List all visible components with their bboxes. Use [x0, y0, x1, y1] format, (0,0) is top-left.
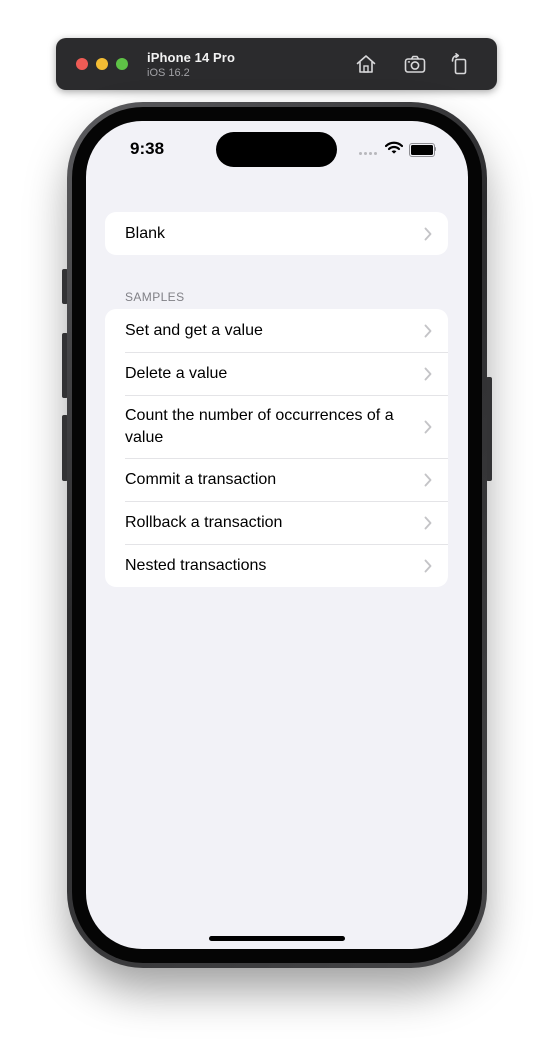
- list-item-nested[interactable]: Nested transactions: [105, 544, 448, 587]
- app-canvas: iPhone 14 Pro iOS 16.2 9:38 Blank SAMPLE…: [0, 0, 553, 1043]
- list-item-label: Delete a value: [125, 364, 228, 382]
- list-item-label: Blank: [125, 224, 166, 242]
- screenshot-button[interactable]: [403, 52, 427, 76]
- list-item-count-occurrences[interactable]: Count the number of occurrences of a val…: [105, 395, 448, 458]
- chevron-right-icon: [424, 420, 432, 433]
- device-name: iPhone 14 Pro: [147, 50, 235, 65]
- list-item-set-and-get[interactable]: Set and get a value: [105, 309, 448, 352]
- battery-fill: [411, 145, 433, 155]
- home-button[interactable]: [354, 52, 378, 76]
- list-item-label: Rollback a transaction: [125, 513, 283, 531]
- list-item-blank[interactable]: Blank: [105, 212, 448, 255]
- dynamic-island: [216, 132, 337, 167]
- list-item-delete[interactable]: Delete a value: [105, 352, 448, 395]
- chevron-right-icon: [424, 473, 432, 486]
- os-version: iOS 16.2: [147, 67, 190, 79]
- list-item-label: Commit a transaction: [125, 470, 277, 488]
- simulator-toolbar: iPhone 14 Pro iOS 16.2: [56, 38, 497, 90]
- list-item-rollback[interactable]: Rollback a transaction: [105, 501, 448, 544]
- chevron-right-icon: [424, 227, 432, 240]
- cellular-signal-icon: [359, 152, 381, 156]
- home-icon: [356, 55, 376, 73]
- phone-screen: 9:38 Blank SAMPLES Set and get a value D…: [86, 121, 468, 949]
- blank-group: Blank: [105, 212, 448, 255]
- rotate-icon: [451, 53, 467, 75]
- battery-icon: [409, 143, 437, 157]
- wifi-icon: [385, 141, 403, 154]
- list-item-label: Nested transactions: [125, 556, 267, 574]
- screenshot-icon: [404, 55, 426, 73]
- list-item-label: Set and get a value: [125, 321, 263, 339]
- chevron-right-icon: [424, 516, 432, 529]
- section-header-samples: SAMPLES: [125, 290, 185, 304]
- samples-group: Set and get a value Delete a value Count…: [105, 309, 448, 587]
- list-item-label: Count the number of occurrences of a val…: [125, 406, 394, 446]
- list-item-commit[interactable]: Commit a transaction: [105, 458, 448, 501]
- close-window-button[interactable]: [76, 58, 88, 70]
- chevron-right-icon: [424, 367, 432, 380]
- rotate-button[interactable]: [448, 52, 472, 76]
- home-indicator[interactable]: [209, 936, 345, 941]
- chevron-right-icon: [424, 324, 432, 337]
- zoom-window-button[interactable]: [116, 58, 128, 70]
- minimize-window-button[interactable]: [96, 58, 108, 70]
- chevron-right-icon: [424, 559, 432, 572]
- status-time: 9:38: [130, 139, 165, 158]
